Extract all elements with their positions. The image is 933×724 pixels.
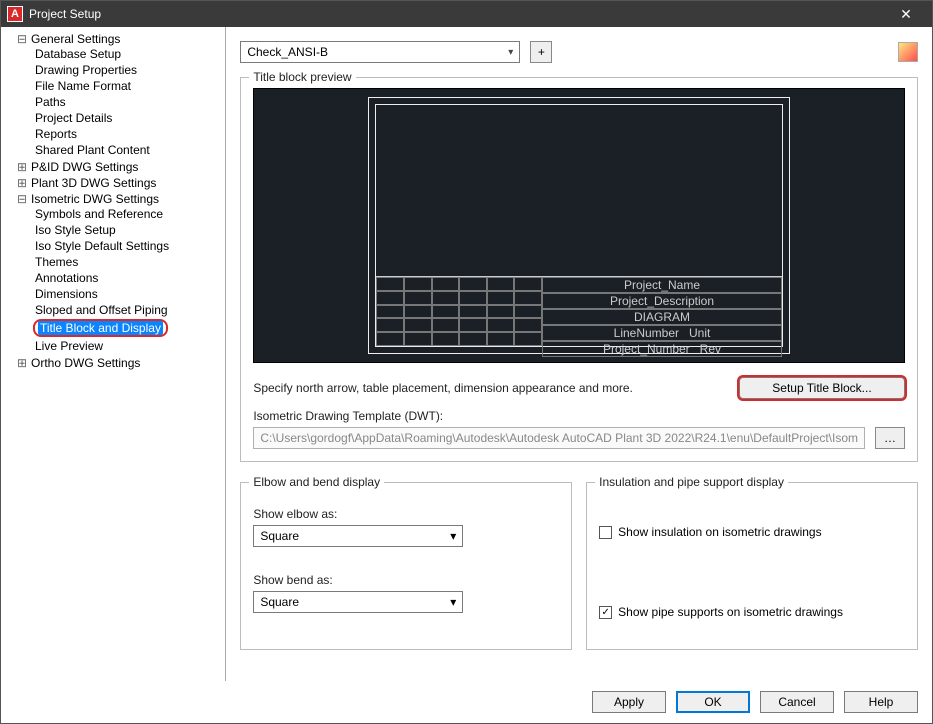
tree-iso-style-default[interactable]: Iso Style Default Settings xyxy=(33,239,171,253)
chevron-down-icon: ▾ xyxy=(450,529,456,543)
window-title: Project Setup xyxy=(29,7,886,21)
project-setup-dialog: A Project Setup ✕ ⊟General Settings Data… xyxy=(0,0,933,724)
spec-text: Specify north arrow, table placement, di… xyxy=(253,381,739,395)
help-button[interactable]: Help xyxy=(844,691,918,713)
expand-icon[interactable]: ⊞ xyxy=(17,160,27,174)
show-insulation-label: Show insulation on isometric drawings xyxy=(618,525,821,539)
tree-iso-style-setup[interactable]: Iso Style Setup xyxy=(33,223,118,237)
close-icon[interactable]: ✕ xyxy=(886,6,926,23)
elbow-legend: Elbow and bend display xyxy=(249,475,384,489)
tree-symbols-reference[interactable]: Symbols and Reference xyxy=(33,207,165,221)
tree-live-preview[interactable]: Live Preview xyxy=(33,339,105,353)
preview-legend: Title block preview xyxy=(249,70,355,84)
tb-project-number: Project_Number xyxy=(603,342,690,356)
tree-iso-settings[interactable]: Isometric DWG Settings xyxy=(29,192,161,206)
show-bend-label: Show bend as: xyxy=(253,573,559,587)
insulation-support-group: Insulation and pipe support display Show… xyxy=(586,482,918,650)
dwt-path-input[interactable]: C:\Users\gordogf\AppData\Roaming\Autodes… xyxy=(253,427,865,449)
tree-annotations[interactable]: Annotations xyxy=(33,271,100,285)
ellipsis-icon: … xyxy=(884,431,896,445)
tb-rev: Rev xyxy=(700,342,721,356)
chart-icon[interactable] xyxy=(898,42,918,62)
tree-title-block-display[interactable]: Title Block and Display xyxy=(38,321,163,335)
main-panel: Check_ANSI-B ▾ + Title block preview xyxy=(226,27,932,681)
apply-button[interactable]: Apply xyxy=(592,691,666,713)
tb-diagram: DIAGRAM xyxy=(634,310,690,324)
title-block-preview-group: Title block preview xyxy=(240,77,918,462)
show-insulation-checkbox[interactable] xyxy=(599,526,612,539)
tree-dimensions[interactable]: Dimensions xyxy=(33,287,100,301)
show-bend-select[interactable]: Square▾ xyxy=(253,591,463,613)
tb-line-number: LineNumber xyxy=(614,326,679,340)
iso-style-combo[interactable]: Check_ANSI-B ▾ xyxy=(240,41,520,63)
add-style-button[interactable]: + xyxy=(530,41,552,63)
collapse-icon[interactable]: ⊟ xyxy=(17,192,27,206)
tree-file-name-format[interactable]: File Name Format xyxy=(33,79,133,93)
setup-title-block-button[interactable]: Setup Title Block... xyxy=(739,377,905,399)
cancel-button[interactable]: Cancel xyxy=(760,691,834,713)
tree-pid-settings[interactable]: P&ID DWG Settings xyxy=(29,160,140,174)
browse-button[interactable]: … xyxy=(875,427,905,449)
expand-icon[interactable]: ⊞ xyxy=(17,176,27,190)
tree-plant3d-settings[interactable]: Plant 3D DWG Settings xyxy=(29,176,158,190)
title-block-preview: Project_Name Project_Description DIAGRAM… xyxy=(253,88,905,363)
tb-project-desc: Project_Description xyxy=(610,294,714,308)
tree-sloped-offset[interactable]: Sloped and Offset Piping xyxy=(33,303,170,317)
tb-unit: Unit xyxy=(689,326,710,340)
tree-shared-plant-content[interactable]: Shared Plant Content xyxy=(33,143,152,157)
show-elbow-label: Show elbow as: xyxy=(253,507,559,521)
app-icon: A xyxy=(7,6,23,22)
tree-reports[interactable]: Reports xyxy=(33,127,79,141)
tree-drawing-properties[interactable]: Drawing Properties xyxy=(33,63,139,77)
collapse-icon[interactable]: ⊟ xyxy=(17,32,27,46)
insulation-legend: Insulation and pipe support display xyxy=(595,475,788,489)
iso-style-value: Check_ANSI-B xyxy=(247,45,328,59)
tree-title-block-display-highlight: Title Block and Display xyxy=(33,319,168,337)
tree-project-details[interactable]: Project Details xyxy=(33,111,114,125)
dwt-label: Isometric Drawing Template (DWT): xyxy=(253,409,905,423)
tree-paths[interactable]: Paths xyxy=(33,95,68,109)
tb-project-name: Project_Name xyxy=(624,278,700,292)
show-pipe-supports-checkbox[interactable]: ✓ xyxy=(599,606,612,619)
tree-themes[interactable]: Themes xyxy=(33,255,80,269)
expand-icon[interactable]: ⊞ xyxy=(17,356,27,370)
ok-button[interactable]: OK xyxy=(676,691,750,713)
plus-icon: + xyxy=(538,45,545,59)
tree-ortho-settings[interactable]: Ortho DWG Settings xyxy=(29,356,142,370)
titlebar: A Project Setup ✕ xyxy=(1,1,932,27)
dialog-footer: Apply OK Cancel Help xyxy=(1,681,932,723)
settings-tree[interactable]: ⊟General Settings Database Setup Drawing… xyxy=(1,27,226,681)
show-pipe-supports-label: Show pipe supports on isometric drawings xyxy=(618,605,843,619)
elbow-bend-group: Elbow and bend display Show elbow as: Sq… xyxy=(240,482,572,650)
chevron-down-icon: ▾ xyxy=(450,595,456,609)
chevron-down-icon: ▾ xyxy=(508,47,513,58)
tree-database-setup[interactable]: Database Setup xyxy=(33,47,123,61)
tree-general-settings[interactable]: General Settings xyxy=(29,32,122,46)
show-elbow-select[interactable]: Square▾ xyxy=(253,525,463,547)
